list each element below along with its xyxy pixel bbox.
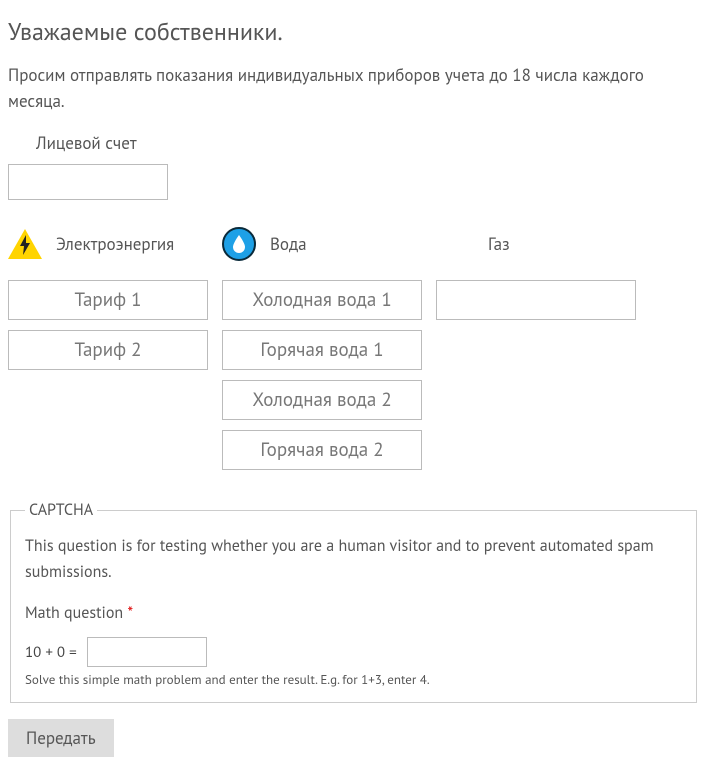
intro-text: Просим отправлять показания индивидуальн… [8,63,699,114]
captcha-description: This question is for testing whether you… [25,534,682,585]
column-electricity: Электроэнергия [8,224,208,480]
electricity-label: Электроэнергия [56,233,174,255]
captcha-legend: CAPTCHA [25,500,97,520]
cold-water-2-input[interactable] [222,380,422,420]
page-title: Уважаемые собственники. [8,16,699,47]
math-question-label: Math question [25,603,123,623]
column-gas: Газ [436,224,636,480]
tariff-1-input[interactable] [8,280,208,320]
required-mark: * [127,603,133,623]
submit-button[interactable]: Передать [8,719,114,757]
math-question-text: 10 + 0 = [25,643,77,662]
account-label: Лицевой счет [36,132,699,154]
water-label: Вода [270,233,307,255]
column-water: Вода [222,224,422,480]
hot-water-2-input[interactable] [222,430,422,470]
tariff-2-input[interactable] [8,330,208,370]
gas-input[interactable] [436,280,636,320]
electricity-icon [8,229,42,259]
account-input[interactable] [8,164,168,200]
math-answer-input[interactable] [87,637,207,667]
cold-water-1-input[interactable] [222,280,422,320]
water-icon [222,227,256,261]
gas-label: Газ [488,233,510,255]
captcha-fieldset: CAPTCHA This question is for testing whe… [10,500,697,703]
hot-water-1-input[interactable] [222,330,422,370]
captcha-hint: Solve this simple math problem and enter… [25,671,682,688]
